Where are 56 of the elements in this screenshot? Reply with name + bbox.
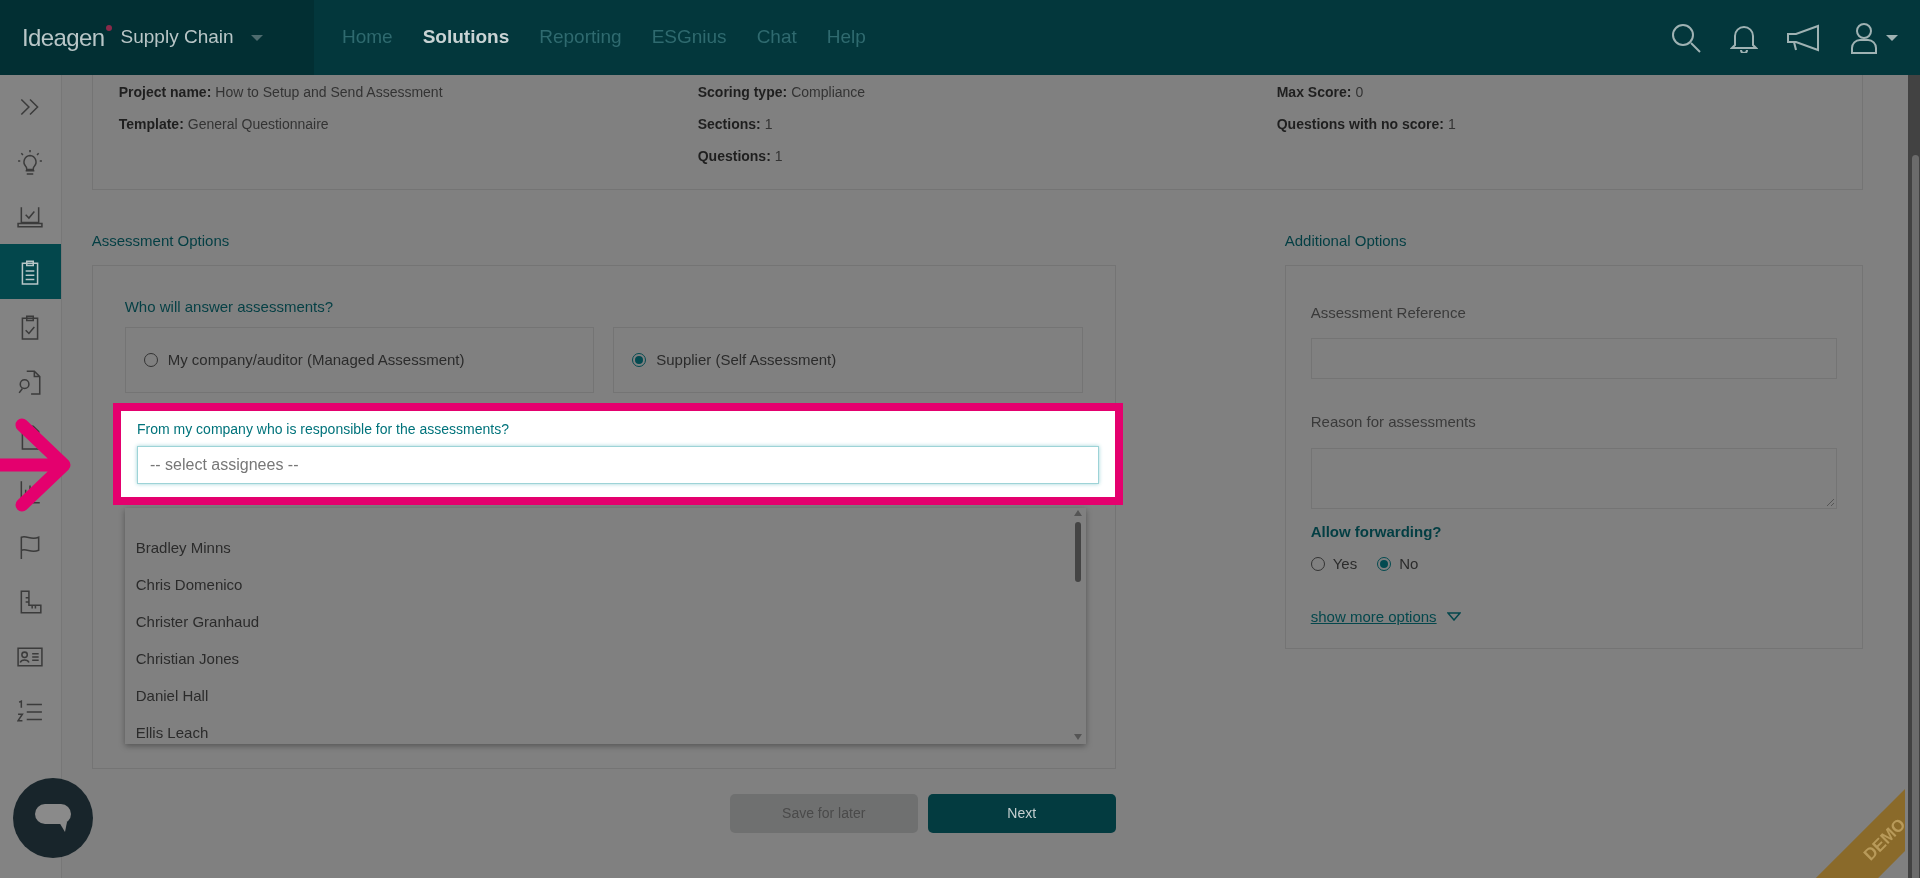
forwarding-label: Allow forwarding? [1310,521,1443,542]
dropdown-option[interactable]: Christian Jones [135,640,240,678]
field-label: Questions with no score: [1276,114,1444,134]
resize-handle-icon[interactable] [1826,498,1834,506]
field-value: 1 [764,114,773,134]
caret-icon[interactable] [249,33,264,42]
section-title: Additional Options [1284,231,1408,251]
field-value: Compliance [791,82,866,102]
field-label: Max Score: [1276,82,1352,102]
scrollbar[interactable] [1072,509,1083,740]
search-icon[interactable] [1670,21,1702,54]
scroll-up-icon[interactable] [1073,509,1082,516]
dropdown-option[interactable]: Christer Granhaud [135,603,260,641]
field-label: From my company who is responsible for the assessments? [137,420,510,439]
section-title: Assessment Options [91,231,231,251]
caret-icon[interactable] [1886,33,1898,42]
next-button[interactable]: Next [927,793,1116,833]
chat-bubble-icon [33,802,73,834]
scroll-down-icon[interactable] [1073,733,1082,740]
lightbulb-icon [17,148,44,175]
logo-mark-icon [104,23,113,32]
field-label: Scoring type: [697,82,788,102]
field-value: 1 [774,146,783,166]
radio-option[interactable]: Yes [1310,553,1358,576]
page-scrollbar[interactable] [1907,75,1920,878]
text-area-field[interactable] [1310,447,1837,509]
answerer-option[interactable]: My company/auditor (Managed Assessment) [124,327,595,393]
dropdown-option[interactable]: Daniel Hall [135,677,209,715]
show-more-options-link[interactable]: show more options [1310,605,1437,628]
megaphone-icon[interactable] [1786,23,1822,52]
user-icon[interactable] [1850,21,1878,54]
assignee-select-field[interactable]: -- select assignees -- [137,446,1099,484]
logo[interactable]: Ideagen [22,19,105,56]
scroll-thumb[interactable] [1911,155,1919,878]
field-value: How to Setup and Send Assessment [215,82,443,102]
sidebar-item[interactable] [0,244,61,299]
field-label: Sections: [697,114,761,134]
radio-option[interactable]: No [1377,553,1419,576]
scroll-thumb[interactable] [1074,521,1081,582]
product-name: Supply Chain [120,25,234,50]
field-label: Project name: [118,82,212,102]
field-value: General Questionnaire [187,114,329,134]
field-label: Questions: [697,146,771,166]
field-label: Reason for assessments [1310,412,1477,432]
field-label: Template: [118,114,184,134]
answerer-option[interactable]: Supplier (Self Assessment) [613,327,1083,393]
document-search-icon [17,368,44,395]
dropdown-option[interactable]: Bradley Minns [135,529,231,567]
field-value: 0 [1355,82,1364,102]
dropdown-option[interactable]: Chris Domenico [135,566,243,604]
caret-down-icon[interactable] [1446,612,1461,622]
nav-tab[interactable]: Solutions [422,23,510,52]
field-value: 1 [1447,114,1456,134]
dropdown-option[interactable]: Ellis Leach [135,714,209,744]
question-label: Who will answer assessments? [124,296,335,317]
field-label: Assessment Reference [1310,302,1467,323]
